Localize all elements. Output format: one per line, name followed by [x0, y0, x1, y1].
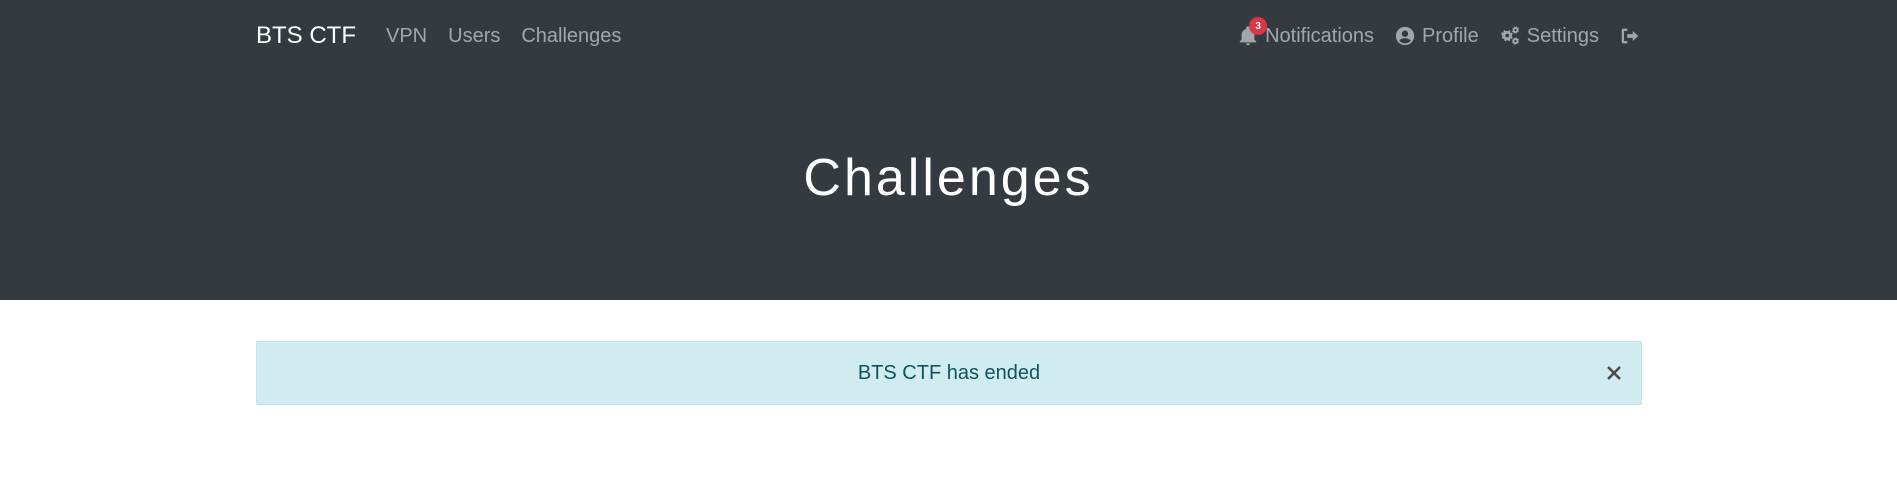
settings-label: Settings [1526, 24, 1599, 47]
navbar: BTS CTF VPN Users Challenges 3 Notificat… [256, 0, 1641, 72]
logout-link[interactable] [1619, 25, 1641, 47]
nav-link-vpn[interactable]: VPN [386, 25, 427, 48]
notifications-link[interactable]: 3 Notifications [1237, 17, 1375, 48]
brand-link[interactable]: BTS CTF [256, 22, 356, 50]
profile-link[interactable]: Profile [1394, 25, 1479, 48]
close-icon[interactable] [1603, 362, 1625, 384]
nav-link-challenges[interactable]: Challenges [521, 25, 621, 48]
info-alert: BTS CTF has ended [256, 341, 1642, 405]
settings-link[interactable]: Settings [1499, 25, 1599, 48]
nav-links: VPN Users Challenges [386, 25, 621, 48]
user-circle-icon [1394, 25, 1416, 47]
notifications-label: Notifications [1265, 24, 1375, 47]
nav-right: 3 Notifications Profile Settings [1237, 17, 1641, 48]
page-title: Challenges [803, 149, 1094, 207]
cogs-icon [1499, 25, 1521, 47]
sign-out-icon [1619, 25, 1641, 47]
page-header: BTS CTF VPN Users Challenges 3 Notificat… [0, 0, 1897, 300]
bell-icon: 3 [1237, 17, 1268, 47]
profile-label: Profile [1422, 24, 1479, 47]
notifications-badge: 3 [1249, 17, 1268, 35]
nav-link-users[interactable]: Users [448, 25, 500, 48]
alert-message: BTS CTF has ended [857, 361, 1041, 384]
